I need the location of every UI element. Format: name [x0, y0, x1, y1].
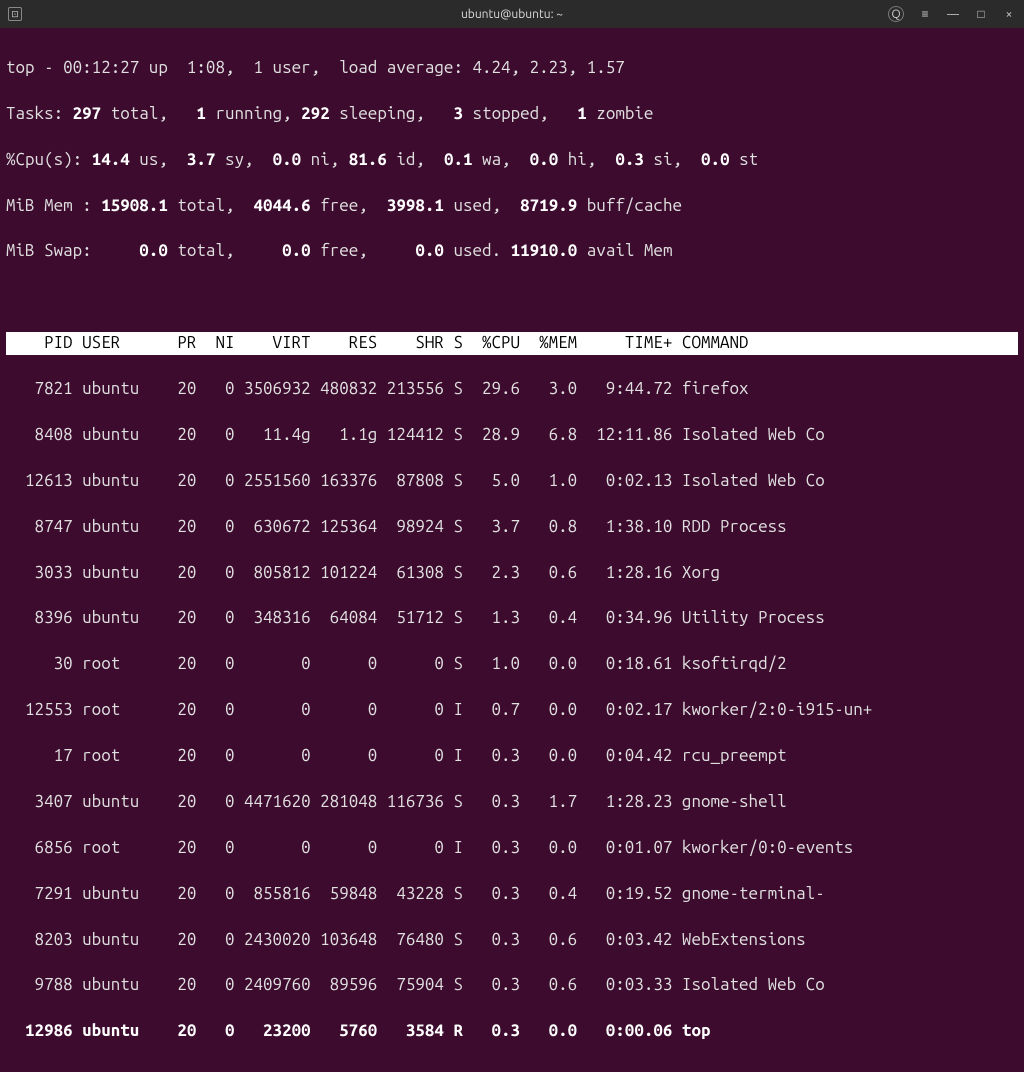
cpu-label: %Cpu(s):	[6, 150, 82, 169]
tasks-sleeping-label: sleeping,	[339, 104, 425, 123]
menu-icon[interactable]: ≡	[918, 7, 932, 21]
swap-total-label: total,	[177, 241, 234, 260]
tasks-zombie-label: zombie	[596, 104, 653, 123]
tasks-stopped: 3	[425, 104, 473, 123]
swap-label: MiB Swap:	[6, 241, 92, 260]
swap-avail-label: avail Mem	[587, 241, 673, 260]
cpu-hi-label: hi,	[568, 150, 597, 169]
cpu-si-label: si,	[653, 150, 682, 169]
tasks-running-label: running,	[215, 104, 291, 123]
swap-used: 0.0	[368, 241, 454, 260]
top-uptime-line: top - 00:12:27 up 1:08, 1 user, load ave…	[6, 57, 1018, 80]
process-row: 7291 ubuntu 20 0 855816 59848 43228 S 0.…	[6, 883, 1018, 906]
process-row: 8203 ubuntu 20 0 2430020 103648 76480 S …	[6, 929, 1018, 952]
tasks-running: 1	[168, 104, 216, 123]
swap-free-label: free,	[320, 241, 368, 260]
tasks-sleeping: 292	[292, 104, 340, 123]
terminal-output[interactable]: top - 00:12:27 up 1:08, 1 user, load ave…	[0, 28, 1024, 1072]
mem-buff: 8719.9	[501, 196, 587, 215]
cpu-us: 14.4	[82, 150, 139, 169]
close-button[interactable]: ×	[1002, 7, 1016, 21]
process-row: 3407 ubuntu 20 0 4471620 281048 116736 S…	[6, 791, 1018, 814]
process-row: 8747 ubuntu 20 0 630672 125364 98924 S 3…	[6, 516, 1018, 539]
cpu-hi: 0.0	[511, 150, 568, 169]
tasks-zombie: 1	[549, 104, 597, 123]
tasks-line: Tasks: 297 total, 1 running, 292 sleepin…	[6, 103, 1018, 126]
swap-avail: 11910.0	[501, 241, 587, 260]
cpu-us-label: us,	[139, 150, 168, 169]
process-row: 12613 ubuntu 20 0 2551560 163376 87808 S…	[6, 470, 1018, 493]
swap-used-label: used.	[453, 241, 501, 260]
search-icon[interactable]: Q	[888, 6, 904, 22]
mem-free: 4044.6	[235, 196, 321, 215]
window-titlebar: ⊡ ubuntu@ubuntu: ~ Q ≡ — □ ×	[0, 0, 1024, 28]
cpu-wa-label: wa,	[482, 150, 511, 169]
terminal-app-icon: ⊡	[8, 7, 22, 21]
minimize-button[interactable]: —	[946, 7, 960, 21]
process-row: 9788 ubuntu 20 0 2409760 89596 75904 S 0…	[6, 974, 1018, 997]
cpu-si: 0.3	[596, 150, 653, 169]
process-row-current: 12986 ubuntu 20 0 23200 5760 3584 R 0.3 …	[6, 1020, 1018, 1043]
process-row: 17 root 20 0 0 0 0 I 0.3 0.0 0:04.42 rcu…	[6, 745, 1018, 768]
titlebar-controls: Q ≡ — □ ×	[888, 6, 1016, 22]
tasks-stopped-label: stopped,	[473, 104, 549, 123]
process-row: 8408 ubuntu 20 0 11.4g 1.1g 124412 S 28.…	[6, 424, 1018, 447]
process-row: 3033 ubuntu 20 0 805812 101224 61308 S 2…	[6, 562, 1018, 585]
tasks-total: 297	[63, 104, 111, 123]
cpu-id: 81.6	[339, 150, 396, 169]
mem-total: 15908.1	[92, 196, 178, 215]
titlebar-left: ⊡	[8, 7, 22, 21]
cpu-sy-label: sy,	[225, 150, 254, 169]
mem-label: MiB Mem :	[6, 196, 92, 215]
process-table-header: PID USER PR NI VIRT RES SHR S %CPU %MEM …	[6, 332, 1018, 355]
mem-used-label: used,	[453, 196, 501, 215]
process-row: 8396 ubuntu 20 0 348316 64084 51712 S 1.…	[6, 607, 1018, 630]
mem-total-label: total,	[177, 196, 234, 215]
swap-free: 0.0	[235, 241, 321, 260]
mem-buff-label: buff/cache	[587, 196, 682, 215]
cpu-sy: 3.7	[168, 150, 225, 169]
swap-line: MiB Swap: 0.0 total, 0.0 free, 0.0 used.…	[6, 240, 1018, 263]
process-row: 12553 root 20 0 0 0 0 I 0.7 0.0 0:02.17 …	[6, 699, 1018, 722]
maximize-button[interactable]: □	[974, 7, 988, 21]
tasks-label: Tasks:	[6, 104, 63, 123]
cpu-st: 0.0	[682, 150, 739, 169]
process-row: 6856 root 20 0 0 0 0 I 0.3 0.0 0:01.07 k…	[6, 837, 1018, 860]
mem-line: MiB Mem : 15908.1 total, 4044.6 free, 39…	[6, 195, 1018, 218]
cpu-st-label: st	[739, 150, 758, 169]
process-row: 7821 ubuntu 20 0 3506932 480832 213556 S…	[6, 378, 1018, 401]
mem-free-label: free,	[320, 196, 368, 215]
tasks-total-label: total,	[111, 104, 168, 123]
process-row: 30 root 20 0 0 0 0 S 1.0 0.0 0:18.61 kso…	[6, 653, 1018, 676]
mem-used: 3998.1	[368, 196, 454, 215]
window-title: ubuntu@ubuntu: ~	[461, 8, 563, 21]
cpu-line: %Cpu(s): 14.4 us, 3.7 sy, 0.0 ni, 81.6 i…	[6, 149, 1018, 172]
cpu-ni-label: ni,	[311, 150, 340, 169]
cpu-id-label: id,	[396, 150, 425, 169]
blank-line	[6, 286, 1018, 309]
swap-total: 0.0	[92, 241, 178, 260]
cpu-wa: 0.1	[425, 150, 482, 169]
cpu-ni: 0.0	[254, 150, 311, 169]
